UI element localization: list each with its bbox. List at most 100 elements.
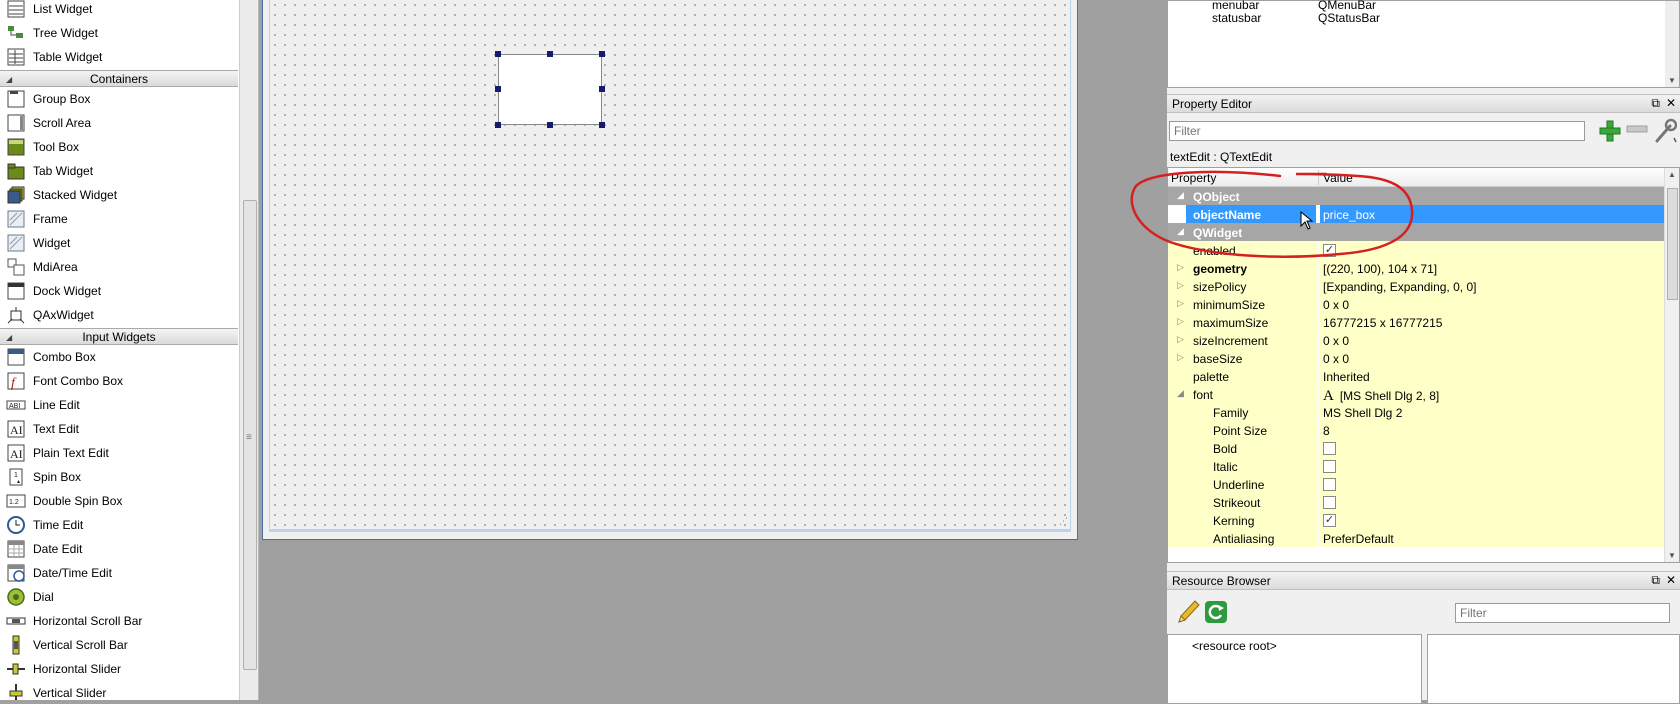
resize-handle[interactable] bbox=[599, 86, 605, 92]
property-row-strikeout[interactable]: Strikeout bbox=[1168, 493, 1665, 512]
widget-box-item[interactable]: ABI Line Edit bbox=[0, 393, 238, 417]
size-grip-icon[interactable]: ⋰ bbox=[1059, 516, 1068, 527]
property-row-qwidget[interactable]: ◢ QWidget bbox=[1168, 223, 1665, 242]
widget-box-item[interactable]: AI Plain Text Edit bbox=[0, 441, 238, 465]
property-value[interactable]: 16777215 x 16777215 bbox=[1323, 316, 1442, 330]
property-checkbox[interactable] bbox=[1323, 496, 1336, 509]
property-value[interactable]: 0 x 0 bbox=[1323, 334, 1349, 348]
widget-box-item[interactable]: Time Edit bbox=[0, 513, 238, 537]
restore-icon[interactable]: ⧉ bbox=[1651, 573, 1660, 588]
column-divider[interactable] bbox=[1318, 170, 1319, 185]
widget-box-item[interactable]: List Widget bbox=[0, 0, 238, 21]
widget-box-item[interactable]: 1 ▴ Spin Box bbox=[0, 465, 238, 489]
value-column-header[interactable]: Value bbox=[1323, 171, 1353, 185]
property-row-geometry[interactable]: ▷ geometry [(220, 100), 104 x 71] bbox=[1168, 259, 1665, 278]
property-value[interactable]: [Expanding, Expanding, 0, 0] bbox=[1323, 280, 1476, 294]
resize-handle[interactable] bbox=[495, 51, 501, 57]
property-row-underline[interactable]: Underline bbox=[1168, 475, 1665, 494]
property-row-palette[interactable]: palette Inherited bbox=[1168, 367, 1665, 386]
resize-handle[interactable] bbox=[547, 51, 553, 57]
widget-box-item[interactable]: Combo Box bbox=[0, 345, 238, 369]
scroll-up-icon[interactable]: ▲ bbox=[1668, 170, 1676, 179]
widget-box-item[interactable]: Tab Widget bbox=[0, 159, 238, 183]
property-value[interactable]: [(220, 100), 104 x 71] bbox=[1323, 262, 1437, 276]
property-row-font[interactable]: ◢ font A [MS Shell Dlg 2, 8] bbox=[1168, 385, 1665, 404]
property-row-italic[interactable]: Italic bbox=[1168, 457, 1665, 476]
property-value[interactable]: price_box bbox=[1323, 208, 1375, 222]
widget-box-item[interactable]: Dial bbox=[0, 585, 238, 609]
property-column-header[interactable]: Property bbox=[1171, 171, 1216, 185]
widget-box-item[interactable]: Stacked Widget bbox=[0, 183, 238, 207]
collapsed-arrow-icon[interactable]: ▷ bbox=[1177, 298, 1184, 309]
category-header-containers[interactable]: ◢ Containers bbox=[0, 70, 238, 87]
property-value[interactable]: PreferDefault bbox=[1323, 532, 1394, 546]
widget-box-item[interactable]: Vertical Slider bbox=[0, 681, 238, 700]
collapse-triangle-icon[interactable]: ◢ bbox=[6, 75, 12, 84]
close-icon[interactable]: ✕ bbox=[1666, 96, 1676, 111]
property-row-qobject[interactable]: ◢ QObject bbox=[1168, 187, 1665, 206]
collapsed-arrow-icon[interactable]: ▷ bbox=[1177, 280, 1184, 291]
widget-box-item[interactable]: Frame bbox=[0, 207, 238, 231]
collapsed-arrow-icon[interactable]: ▷ bbox=[1177, 262, 1184, 273]
widget-box-item[interactable]: Tool Box bbox=[0, 135, 238, 159]
collapse-triangle-icon[interactable]: ◢ bbox=[6, 333, 12, 342]
property-value[interactable]: 8 bbox=[1323, 424, 1330, 438]
expanded-arrow-icon[interactable]: ◢ bbox=[1177, 388, 1184, 399]
scroll-down-icon[interactable]: ▼ bbox=[1668, 76, 1676, 85]
resize-handle[interactable] bbox=[495, 122, 501, 128]
widget-box-item[interactable]: Table Widget bbox=[0, 45, 238, 69]
form-canvas[interactable]: ⋰ bbox=[269, 0, 1071, 532]
object-inspector-scrollbar[interactable]: ▼ bbox=[1665, 1, 1679, 87]
scrollbar-thumb[interactable] bbox=[1667, 188, 1678, 300]
widget-box-item[interactable]: AI Text Edit bbox=[0, 417, 238, 441]
property-checkbox[interactable] bbox=[1323, 460, 1336, 473]
property-row-enabled[interactable]: enabled ✓ bbox=[1168, 241, 1665, 260]
resize-handle[interactable] bbox=[495, 86, 501, 92]
close-icon[interactable]: ✕ bbox=[1666, 573, 1676, 588]
widget-box-item[interactable]: Horizontal Slider bbox=[0, 657, 238, 681]
property-row-family[interactable]: Family MS Shell Dlg 2 bbox=[1168, 403, 1665, 422]
configure-wrench-icon[interactable] bbox=[1653, 118, 1677, 144]
object-inspector-row[interactable]: statusbar QStatusBar bbox=[1212, 11, 1380, 27]
widget-box-item[interactable]: MdiArea bbox=[0, 255, 238, 279]
property-filter-input[interactable] bbox=[1169, 121, 1585, 141]
collapsed-arrow-icon[interactable]: ▷ bbox=[1177, 334, 1184, 345]
text-edit-widget[interactable] bbox=[498, 54, 602, 125]
restore-icon[interactable]: ⧉ bbox=[1651, 96, 1660, 111]
resource-root-item[interactable]: <resource root> bbox=[1192, 639, 1277, 653]
property-row-sizepolicy[interactable]: ▷ sizePolicy [Expanding, Expanding, 0, 0] bbox=[1168, 277, 1665, 296]
property-row-bold[interactable]: Bold bbox=[1168, 439, 1665, 458]
widget-box-item[interactable]: 1.2 Double Spin Box bbox=[0, 489, 238, 513]
widget-box-item[interactable]: Scroll Area bbox=[0, 111, 238, 135]
widget-box-item[interactable]: Group Box bbox=[0, 87, 238, 111]
property-row-kerning[interactable]: Kerning ✓ bbox=[1168, 511, 1665, 530]
collapsed-arrow-icon[interactable]: ▷ bbox=[1177, 352, 1184, 363]
property-checkbox[interactable] bbox=[1323, 442, 1336, 455]
widget-box-item[interactable]: f Font Combo Box bbox=[0, 369, 238, 393]
property-row-basesize[interactable]: ▷ baseSize 0 x 0 bbox=[1168, 349, 1665, 368]
widget-box-item[interactable]: Dock Widget bbox=[0, 279, 238, 303]
remove-property-icon[interactable] bbox=[1626, 125, 1648, 133]
property-value[interactable]: 0 x 0 bbox=[1323, 298, 1349, 312]
property-value[interactable]: 0 x 0 bbox=[1323, 352, 1349, 366]
resize-handle[interactable] bbox=[547, 122, 553, 128]
resize-handle[interactable] bbox=[599, 122, 605, 128]
widget-box-item[interactable]: Date Edit bbox=[0, 537, 238, 561]
expanded-arrow-icon[interactable]: ◢ bbox=[1177, 226, 1184, 237]
widget-box-item[interactable]: Horizontal Scroll Bar bbox=[0, 609, 238, 633]
collapsed-arrow-icon[interactable]: ▷ bbox=[1177, 316, 1184, 327]
scroll-down-icon[interactable]: ▼ bbox=[1668, 551, 1676, 560]
property-table-scrollbar[interactable]: ▲ ▼ bbox=[1664, 168, 1679, 562]
widget-box-item[interactable]: Widget bbox=[0, 231, 238, 255]
category-header-input-widgets[interactable]: ◢ Input Widgets bbox=[0, 328, 238, 345]
widget-box-item[interactable]: QAxWidget bbox=[0, 303, 238, 327]
resize-handle[interactable] bbox=[599, 51, 605, 57]
widget-box-item[interactable]: Date/Time Edit bbox=[0, 561, 238, 585]
widget-box-scrollbar[interactable]: ≡ bbox=[239, 0, 258, 700]
resource-filter-input[interactable] bbox=[1455, 603, 1670, 623]
edit-resources-pencil-icon[interactable] bbox=[1175, 598, 1201, 626]
property-value[interactable]: Inherited bbox=[1323, 370, 1370, 384]
property-value[interactable]: MS Shell Dlg 2 bbox=[1323, 406, 1402, 420]
widget-box-item[interactable]: Tree Widget bbox=[0, 21, 238, 45]
property-checkbox[interactable]: ✓ bbox=[1323, 514, 1336, 527]
